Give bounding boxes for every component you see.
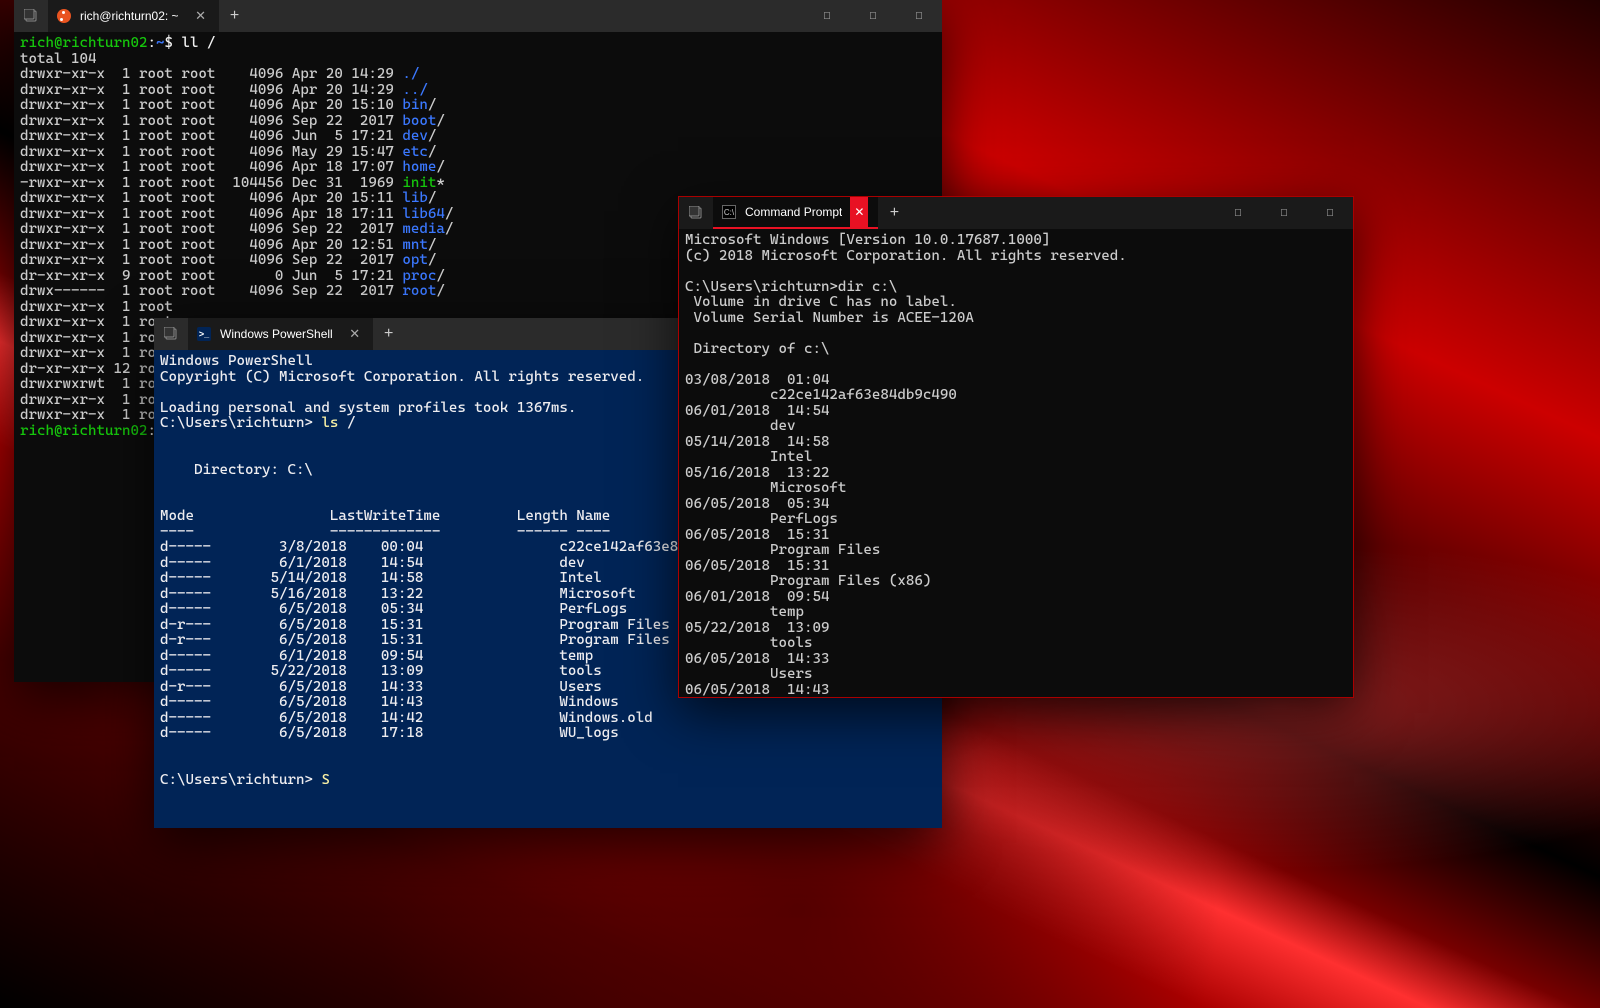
powershell-icon: >_ [196, 326, 212, 342]
cmd-tab-title: Command Prompt [745, 205, 842, 219]
maximize-button[interactable]:  [1261, 197, 1307, 229]
close-tab-icon[interactable]: ✕ [850, 197, 868, 227]
cmd-tab[interactable]: C:\ Command Prompt ✕ [713, 197, 878, 229]
ubuntu-icon [56, 8, 72, 24]
powershell-tab-title: Windows PowerShell [220, 327, 333, 341]
cmd-terminal-content[interactable]: Microsoft Windows [Version 10.0.17687.10… [679, 229, 1353, 697]
window-menu-icon[interactable] [154, 318, 188, 350]
new-tab-button[interactable]: + [219, 0, 251, 32]
cmd-window[interactable]: C:\ Command Prompt ✕ +    Microsoft W… [678, 196, 1354, 698]
close-tab-icon[interactable]: ✕ [193, 8, 209, 24]
cmd-icon: C:\ [721, 204, 737, 220]
close-button[interactable]:  [1307, 197, 1353, 229]
minimize-button[interactable]:  [1215, 197, 1261, 229]
cmd-titlebar[interactable]: C:\ Command Prompt ✕ +    [679, 197, 1353, 229]
ubuntu-titlebar[interactable]: rich@richturn02: ~ ✕ +    [14, 0, 942, 32]
ubuntu-tab-title: rich@richturn02: ~ [80, 9, 179, 23]
close-tab-icon[interactable]: ✕ [347, 326, 363, 342]
window-menu-icon[interactable] [14, 0, 48, 32]
close-button[interactable]:  [896, 0, 942, 32]
ubuntu-tab[interactable]: rich@richturn02: ~ ✕ [48, 0, 219, 32]
new-tab-button[interactable]: + [373, 318, 405, 350]
minimize-button[interactable]:  [804, 0, 850, 32]
maximize-button[interactable]:  [850, 0, 896, 32]
powershell-tab[interactable]: >_ Windows PowerShell ✕ [188, 318, 373, 350]
window-menu-icon[interactable] [679, 197, 713, 229]
new-tab-button[interactable]: + [878, 197, 910, 229]
